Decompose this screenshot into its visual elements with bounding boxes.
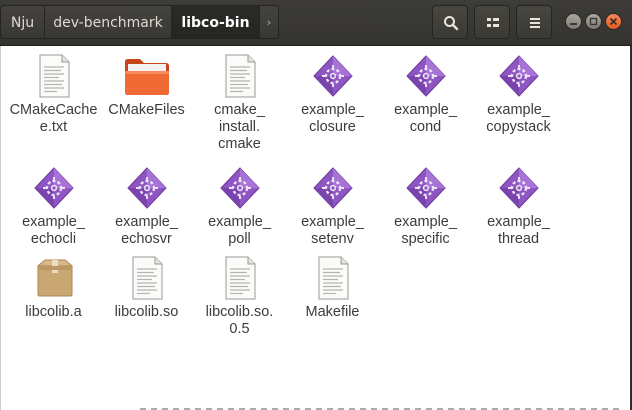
file-name: example_ echocli: [22, 214, 85, 247]
executable-icon: [498, 166, 540, 210]
close-icon: [609, 17, 618, 26]
hamburger-menu-icon: [530, 18, 540, 28]
file-name: libcolib.so: [114, 304, 179, 320]
file-name: cmake_ install. cmake: [214, 102, 265, 152]
breadcrumb-dev-benchmark[interactable]: dev-benchmark: [45, 5, 172, 39]
breadcrumb-libco-bin[interactable]: libco-bin: [172, 5, 260, 39]
executable-icon: [219, 166, 261, 210]
file-name: CMakeFiles: [108, 102, 185, 118]
text-file-icon: [312, 256, 354, 300]
file-name: example_ specific: [394, 214, 457, 247]
maximize-button[interactable]: [585, 13, 602, 30]
executable-icon: [405, 54, 447, 98]
maximize-icon: [589, 17, 598, 26]
search-icon: [444, 16, 459, 31]
executable-icon: [126, 166, 168, 210]
file-name: example_ echosvr: [115, 214, 178, 247]
text-file-icon: [33, 54, 75, 98]
file-name: libcolib.a: [25, 304, 82, 320]
text-file-icon: [219, 256, 261, 300]
view-toggle-button[interactable]: [474, 5, 510, 39]
close-button[interactable]: [605, 13, 622, 30]
executable-icon: [312, 166, 354, 210]
file-view[interactable]: CMakeCache e.txt CMakeFiles cmake_ install…: [0, 46, 632, 410]
text-file-icon: [126, 256, 168, 300]
file-name: example_ setenv: [301, 214, 364, 247]
executable-icon: [312, 54, 354, 98]
file-name: example_ closure: [301, 102, 364, 135]
file-name: example_ copystack: [486, 102, 551, 135]
folder-icon: [122, 54, 169, 98]
header-bar: Nju dev-benchmark libco-bin ›: [0, 0, 632, 46]
breadcrumb-nju[interactable]: Nju: [0, 5, 45, 39]
file-name: Makefile: [305, 304, 360, 320]
archive-icon: [33, 256, 75, 300]
executable-icon: [33, 166, 75, 210]
file-name: CMakeCache e.txt: [9, 102, 98, 135]
file-name: example_ poll: [208, 214, 271, 247]
file-name: example_ thread: [487, 214, 550, 247]
minimize-button[interactable]: [565, 13, 582, 30]
grid-view-icon: [487, 18, 499, 27]
breadcrumb-forward-arrow[interactable]: ›: [260, 5, 279, 39]
file-name: libcolib.so. 0.5: [205, 304, 274, 337]
search-button[interactable]: [432, 5, 468, 39]
executable-icon: [405, 166, 447, 210]
text-file-icon: [219, 54, 261, 98]
minimize-icon: [570, 23, 577, 25]
menu-button[interactable]: [516, 5, 552, 39]
executable-icon: [498, 54, 540, 98]
file-name: example_ cond: [394, 102, 457, 135]
